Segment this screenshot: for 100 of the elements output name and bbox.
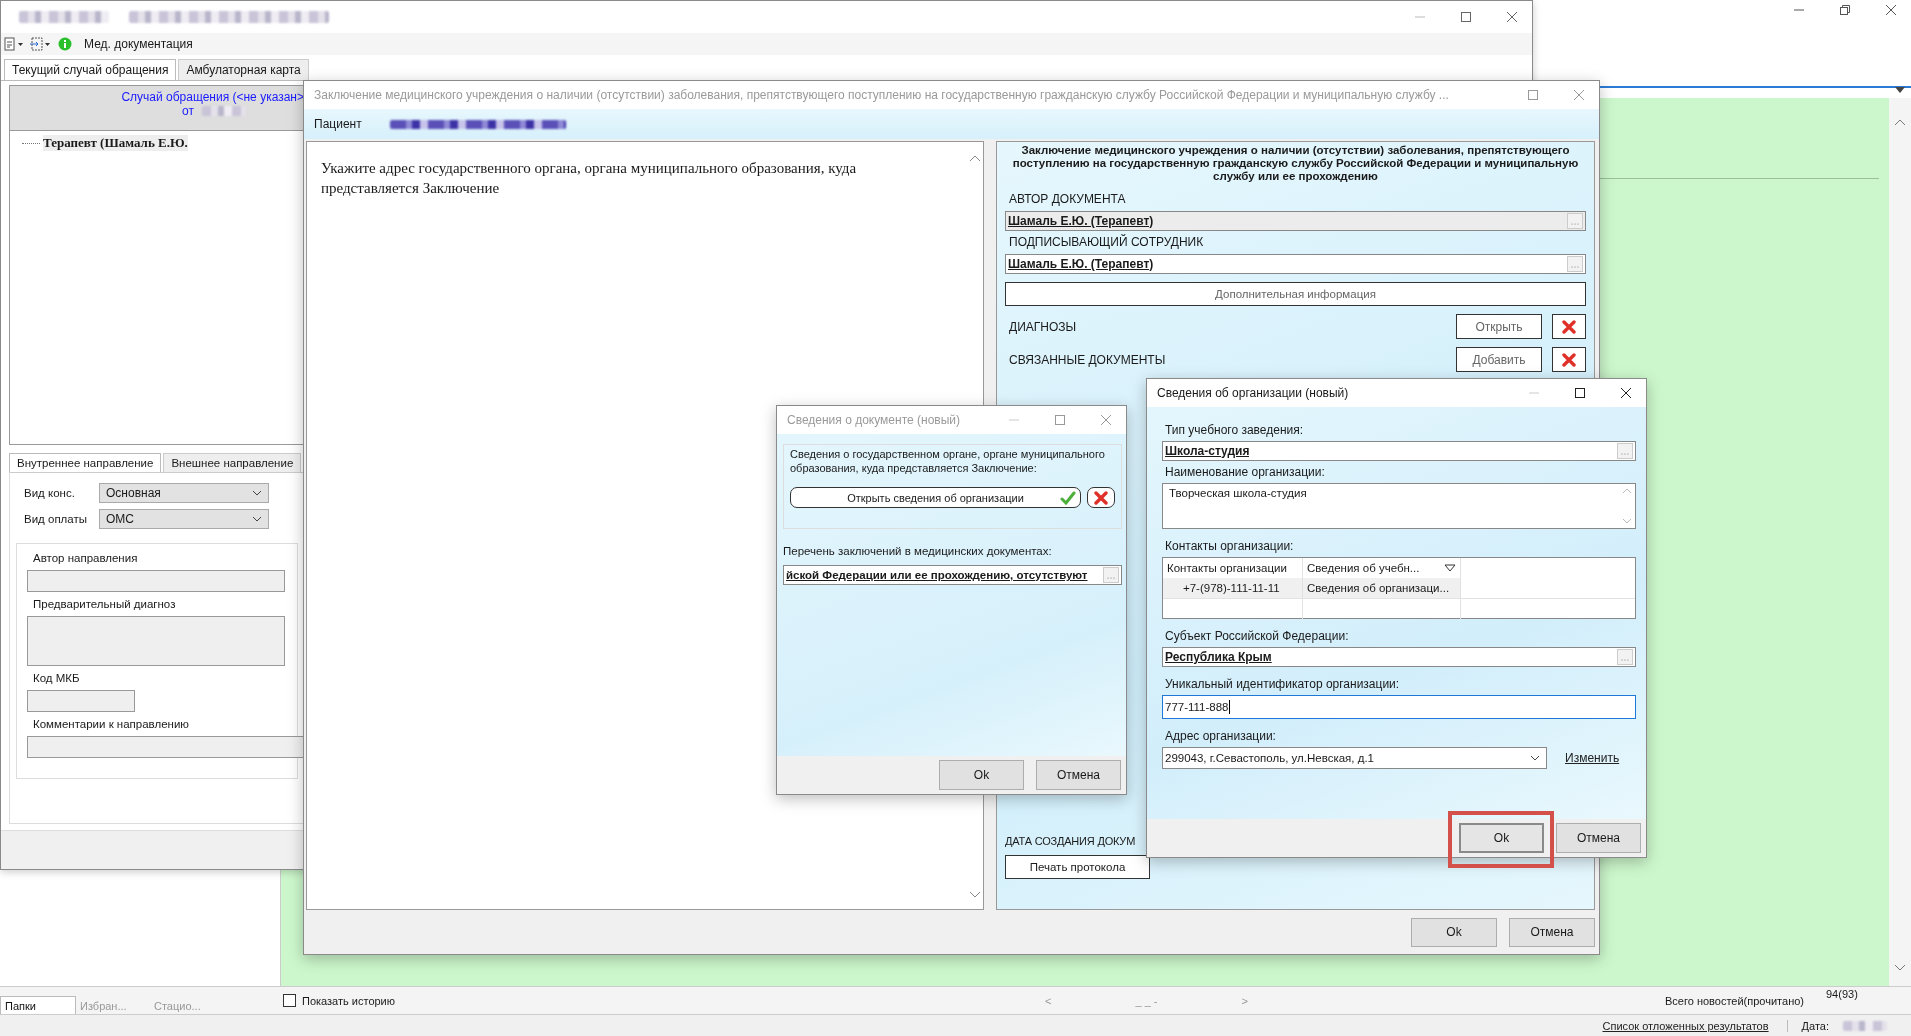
case-link[interactable]: Случай обращения (<не указан>: [121, 90, 304, 104]
name-field[interactable]: Творческая школа-студия: [1162, 483, 1636, 529]
field-label: Автор направления: [32, 552, 139, 564]
dialog-button[interactable]: Отмена: [1509, 917, 1595, 947]
field-label: Адрес организации:: [1164, 729, 1277, 743]
delete-icon: [1094, 490, 1108, 505]
show-history-checkbox[interactable]: Показать историю: [283, 994, 395, 1007]
subject-field[interactable]: Республика Крым: [1162, 647, 1636, 667]
field-label: Субъект Российской Федерации:: [1164, 629, 1350, 643]
dialog-button[interactable]: Ok: [939, 760, 1024, 790]
field-label: Перечень заключений в медицинских документах:: [783, 545, 1053, 557]
additional-info-button[interactable]: Дополнительная информация: [1005, 282, 1586, 306]
checkbox[interactable]: [283, 994, 296, 1007]
browse-button[interactable]: [1617, 649, 1633, 665]
section-button[interactable]: Добавить: [1456, 347, 1542, 372]
patient-label: Пациент: [314, 117, 362, 131]
group-label: Сведения о государственном органе, органе муниципального образования, куда представляется Заключение:: [790, 447, 1106, 475]
field-label: АВТОР ДОКУМЕНТА: [1008, 192, 1127, 206]
delete-icon: [1562, 352, 1576, 367]
type-field[interactable]: Школа-студия: [1162, 441, 1636, 461]
tab[interactable]: Амбулаторная карта: [178, 59, 309, 80]
blurred-text: [1843, 1020, 1887, 1031]
section-label: СВЯЗАННЫЕ ДОКУМЕНТЫ: [1008, 352, 1167, 367]
chevron-down-icon: [1530, 755, 1540, 761]
prompt-text: Укажите адрес государственного органа, органа муниципального образования, куда представляется Заключение: [321, 159, 858, 198]
field-label: Код МКБ: [32, 672, 81, 684]
field-label: Тип учебного заведения:: [1164, 423, 1305, 437]
section-button[interactable]: Открыть: [1456, 314, 1542, 339]
delete-button[interactable]: [1552, 347, 1586, 372]
delete-button[interactable]: [1552, 314, 1586, 339]
section-label: ДИАГНОЗЫ: [1008, 319, 1078, 334]
scroll-up-icon[interactable]: [1894, 118, 1906, 126]
dropdown[interactable]: ОМС: [99, 509, 269, 529]
scroll-down-icon[interactable]: [969, 891, 981, 899]
signer-field[interactable]: Шамаль Е.Ю. (Терапевт): [1005, 254, 1586, 274]
print-button[interactable]: Печать протокола: [1005, 855, 1150, 879]
table-cell: +7-(978)-111-11-11: [1163, 578, 1303, 598]
document-menu-icon[interactable]: [4, 37, 24, 51]
dropdown-icon[interactable]: [1895, 87, 1905, 93]
window-title: Сведения об организации (новый): [1157, 386, 1349, 400]
delete-icon: [1562, 319, 1576, 334]
field-label: Наименование организации:: [1164, 465, 1326, 479]
toolbar-label[interactable]: Мед. документация: [84, 37, 193, 51]
tab[interactable]: Внутреннее направление: [9, 453, 162, 472]
close-icon[interactable]: [1620, 387, 1632, 399]
input-field[interactable]: [27, 570, 285, 592]
tree-connector: [22, 142, 40, 144]
window-title: Заключение медицинского учреждения о наличии (отсутствии) заболевания, препятствующего поступлению на государственную гражданскую службу Российской Федерации и муниципальную службу ...: [314, 88, 1449, 102]
field-label: Контакты организации:: [1164, 539, 1295, 553]
chevron-down-icon: [252, 490, 262, 496]
form-heading: Заключение медицинского учреждения о наличии (отсутствии) заболевания, препятствующего поступлению на государственную гражданскую службу Российской Федерации и муниципальную службу или ее прохождению: [1011, 144, 1580, 183]
identifier-field[interactable]: 777-111-888: [1162, 695, 1636, 719]
window-title: Сведения о документе (новый): [787, 413, 960, 427]
postponed-results-link[interactable]: Список отложенных результатов: [1602, 1019, 1788, 1032]
tree-item[interactable]: Терапевт (Шамаль Е.Ю.: [43, 135, 188, 151]
change-link[interactable]: Изменить: [1565, 751, 1620, 765]
open-organization-button[interactable]: Открыть сведения об организации: [790, 487, 1081, 508]
dialog-button[interactable]: Ok: [1411, 917, 1497, 947]
scroll-down-icon[interactable]: [1622, 518, 1632, 524]
scroll-up-icon[interactable]: [1622, 488, 1632, 494]
dialog-button[interactable]: Отмена: [1556, 823, 1641, 853]
browse-button[interactable]: [1103, 567, 1119, 583]
field-label: Предварительный диагноз: [32, 598, 177, 610]
field-label: Уникальный идентификатор организации:: [1164, 677, 1401, 691]
list-menu-icon[interactable]: [30, 37, 52, 51]
blurred-text: [202, 106, 246, 116]
field-label: ДАТА СОЗДАНИЯ ДОКУМ: [1005, 835, 1136, 847]
restore-icon[interactable]: [1839, 4, 1851, 16]
news-count: 94(93): [1826, 988, 1858, 1000]
filter-icon[interactable]: [1444, 564, 1456, 572]
info-icon[interactable]: [58, 37, 72, 51]
news-label: Всего новостей(прочитано): [1665, 994, 1804, 1007]
table-cell: Сведения об организаци...: [1303, 578, 1461, 598]
tab[interactable]: Внешнее направление: [163, 453, 302, 472]
dialog-button[interactable]: Ok: [1459, 823, 1544, 853]
input-field[interactable]: [27, 690, 135, 712]
dialog-button[interactable]: Отмена: [1036, 760, 1121, 790]
tab[interactable]: Текущий случай обращения: [4, 59, 177, 80]
dropdown[interactable]: Основная: [99, 483, 269, 503]
input-field[interactable]: [27, 616, 285, 666]
delete-button[interactable]: [1087, 487, 1115, 508]
browse-button[interactable]: [1567, 256, 1583, 272]
address-dropdown[interactable]: 299043, г.Севастополь, ул.Невская, д.1: [1162, 747, 1547, 769]
scroll-up-icon[interactable]: [969, 154, 981, 162]
field-label: Вид конс.: [24, 487, 76, 499]
checkbox-label: Показать историю: [302, 994, 395, 1007]
scroll-down-icon[interactable]: [1894, 964, 1906, 972]
scrollbar[interactable]: [1889, 98, 1911, 986]
field-label: ПОДПИСЫВАЮЩИЙ СОТРУДНИК: [1008, 235, 1205, 249]
folder-tab[interactable]: Папки: [0, 996, 76, 1014]
close-icon[interactable]: [1885, 4, 1897, 16]
date-label: Дата:: [1801, 1019, 1829, 1032]
field-label: Вид оплаты: [24, 513, 88, 525]
conclusions-field[interactable]: йской Федерации или ее прохождению, отсутствуют: [783, 565, 1122, 585]
date-prefix: от: [182, 104, 194, 118]
field-label: Комментарии к направлению: [32, 718, 190, 730]
browse-button[interactable]: [1617, 443, 1633, 459]
chevron-down-icon: [252, 516, 262, 522]
page-indicator: _ _ -: [1135, 994, 1158, 1007]
maximize-icon[interactable]: [1574, 387, 1586, 399]
